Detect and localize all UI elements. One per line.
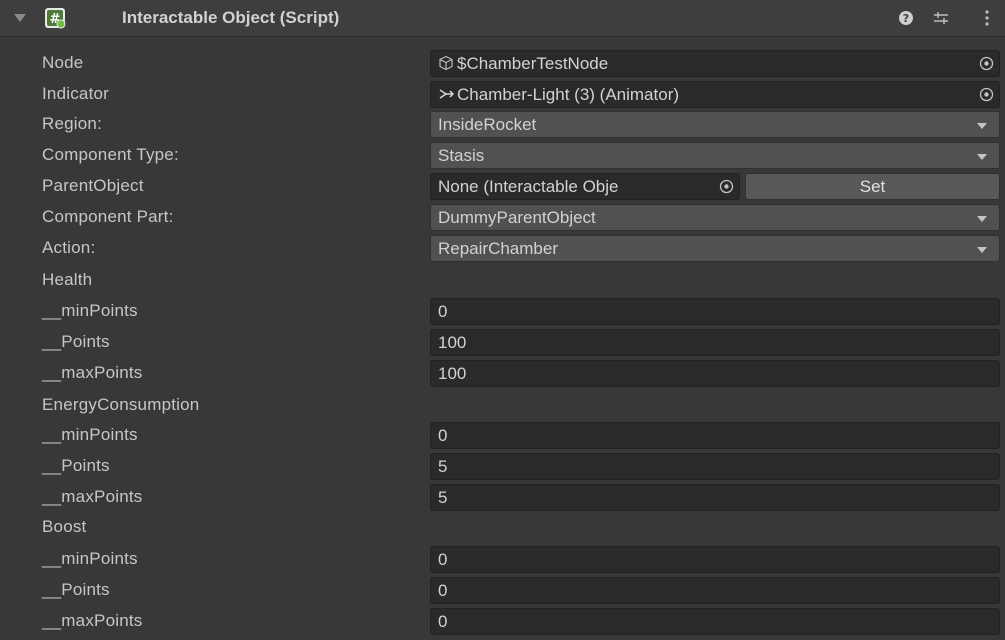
region-dropdown[interactable]: InsideRocket <box>430 111 1000 138</box>
boost-max-label: __maxPoints <box>42 611 143 630</box>
row-energy-header: EnergyConsumption <box>0 390 1005 421</box>
chevron-down-icon <box>977 123 987 129</box>
health-points-label: __Points <box>42 332 110 351</box>
row-boost-header: Boost <box>0 512 1005 543</box>
indicator-value: Chamber-Light (3) (Animator) <box>457 85 680 104</box>
energy-min-input[interactable]: 0 <box>430 422 1000 449</box>
action-dropdown[interactable]: RepairChamber <box>430 235 1000 262</box>
component-part-value: DummyParentObject <box>438 208 596 227</box>
row-action: Action: RepairChamber <box>0 233 1005 264</box>
action-value: RepairChamber <box>438 239 558 258</box>
csharp-script-icon: # <box>45 8 66 29</box>
energy-max-label: __maxPoints <box>42 487 143 506</box>
energy-points-input[interactable]: 5 <box>430 453 1000 480</box>
set-button[interactable]: Set <box>745 173 1000 200</box>
object-picker-icon[interactable] <box>719 179 734 194</box>
chevron-down-icon <box>977 154 987 160</box>
component-header[interactable]: # Interactable Object (Script) ? <box>0 0 1005 37</box>
row-boost-points: __Points 0 <box>0 575 1005 606</box>
row-boost-max: __maxPoints 0 <box>0 606 1005 637</box>
object-picker-icon[interactable] <box>979 56 994 71</box>
energy-max-input[interactable]: 5 <box>430 484 1000 511</box>
indicator-object-field[interactable]: Chamber-Light (3) (Animator) <box>430 81 1000 108</box>
energy-min-label: __minPoints <box>42 425 138 444</box>
row-energy-points: __Points 5 <box>0 451 1005 482</box>
fold-arrow-icon[interactable] <box>14 14 26 22</box>
chevron-down-icon <box>977 216 987 222</box>
component-type-value: Stasis <box>438 146 485 165</box>
boost-min-label: __minPoints <box>42 549 138 568</box>
component-part-dropdown[interactable]: DummyParentObject <box>430 204 1000 231</box>
energy-points-label: __Points <box>42 456 110 475</box>
health-min-label: __minPoints <box>42 301 138 320</box>
row-energy-min: __minPoints 0 <box>0 420 1005 451</box>
region-value: InsideRocket <box>438 115 537 134</box>
component-part-label: Component Part: <box>42 207 174 226</box>
boost-group-label: Boost <box>42 517 87 536</box>
svg-text:?: ? <box>903 12 909 25</box>
boost-min-input[interactable]: 0 <box>430 546 1000 573</box>
region-label: Region: <box>42 114 102 133</box>
boost-max-input[interactable]: 0 <box>430 608 1000 635</box>
component-title: Interactable Object (Script) <box>122 8 340 27</box>
row-node: Node $ChamberTestNode <box>0 48 1005 79</box>
presets-icon[interactable] <box>931 8 951 28</box>
row-region: Region: InsideRocket <box>0 109 1005 140</box>
row-energy-max: __maxPoints 5 <box>0 482 1005 513</box>
parent-object-value: None (Interactable Obje <box>438 177 619 196</box>
inspector-panel: # Interactable Object (Script) ? Node $C… <box>0 0 1005 640</box>
parent-object-label: ParentObject <box>42 176 144 195</box>
node-value: $ChamberTestNode <box>457 54 609 73</box>
health-min-input[interactable]: 0 <box>430 298 1000 325</box>
row-health-max: __maxPoints 100 <box>0 358 1005 389</box>
boost-points-input[interactable]: 0 <box>430 577 1000 604</box>
row-component-type: Component Type: Stasis <box>0 140 1005 171</box>
action-label: Action: <box>42 238 96 257</box>
row-health-min: __minPoints 0 <box>0 296 1005 327</box>
component-type-label: Component Type: <box>42 145 179 164</box>
row-health-points: __Points 100 <box>0 327 1005 358</box>
help-icon[interactable]: ? <box>896 8 916 28</box>
row-indicator: Indicator Chamber-Light (3) (Animator) <box>0 79 1005 110</box>
animator-icon <box>439 89 454 99</box>
chevron-down-icon <box>977 247 987 253</box>
health-max-input[interactable]: 100 <box>430 360 1000 387</box>
component-type-dropdown[interactable]: Stasis <box>430 142 1000 169</box>
energy-group-label: EnergyConsumption <box>42 395 200 414</box>
row-health-header: Health <box>0 265 1005 296</box>
health-group-label: Health <box>42 270 93 289</box>
parent-object-field[interactable]: None (Interactable Obje <box>430 173 740 200</box>
row-boost-min: __minPoints 0 <box>0 544 1005 575</box>
boost-points-label: __Points <box>42 580 110 599</box>
node-label: Node <box>42 53 84 72</box>
object-picker-icon[interactable] <box>979 87 994 102</box>
node-object-field[interactable]: $ChamberTestNode <box>430 50 1000 77</box>
kebab-menu-icon[interactable] <box>977 8 997 28</box>
health-max-label: __maxPoints <box>42 363 143 382</box>
indicator-label: Indicator <box>42 84 110 103</box>
cube-icon <box>439 55 453 71</box>
health-points-input[interactable]: 100 <box>430 329 1000 356</box>
row-parent-object: ParentObject None (Interactable Obje Set <box>0 171 1005 202</box>
row-component-part: Component Part: DummyParentObject <box>0 202 1005 233</box>
